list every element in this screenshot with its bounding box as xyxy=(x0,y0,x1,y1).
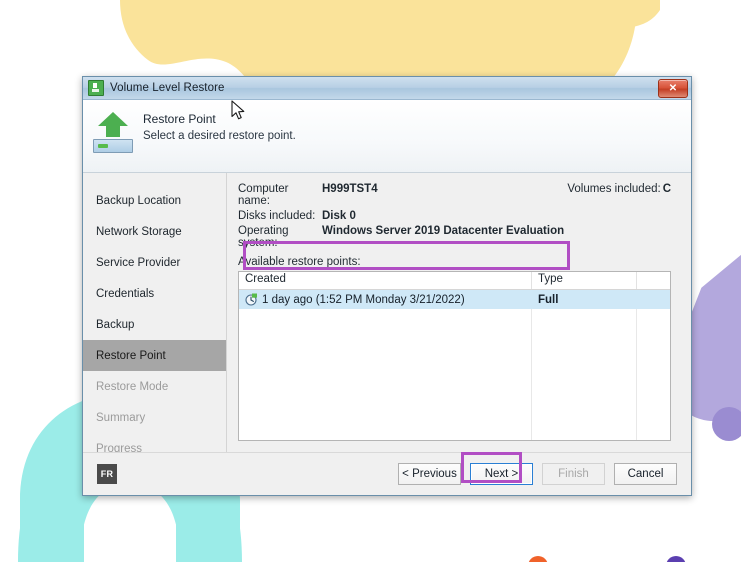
volume-bar-icon xyxy=(93,139,133,153)
volume-level-restore-dialog: Volume Level Restore ✕ Restore Point Sel… xyxy=(82,76,692,496)
operating-system-label: Operating system: xyxy=(238,225,289,249)
cell-extra xyxy=(637,290,670,309)
sidebar-item-label: Service Provider xyxy=(96,256,181,269)
sidebar-item-label: Credentials xyxy=(96,287,155,300)
cell-created: 1 day ago (1:52 PM Monday 3/21/2022) xyxy=(239,290,532,309)
sidebar-item-restore-point[interactable]: Restore Point xyxy=(83,340,226,371)
sidebar-item-label: Backup xyxy=(96,318,135,331)
wizard-header: Restore Point Select a desired restore p… xyxy=(83,100,691,173)
computer-name-label: Computer name: xyxy=(238,183,289,207)
sidebar-item-label: Backup Location xyxy=(96,194,182,207)
column-header-created[interactable]: Created xyxy=(239,272,532,289)
app-icon xyxy=(88,80,104,96)
volumes-included-label: Volumes included: xyxy=(567,183,661,195)
cancel-button[interactable]: Cancel xyxy=(614,463,677,485)
close-icon[interactable]: ✕ xyxy=(658,79,688,98)
operating-system-value: Windows Server 2019 Datacenter Evaluatio… xyxy=(322,225,565,237)
dialog-footer: FR < Previous Next > Finish Cancel xyxy=(83,452,691,495)
listview-column-guides xyxy=(239,290,670,440)
wizard-step-title: Restore Point xyxy=(143,112,216,126)
cell-type: Full xyxy=(532,290,637,309)
disks-included-row: Disks included: Disk 0 xyxy=(238,210,671,222)
previous-button[interactable]: < Previous xyxy=(398,463,461,485)
disks-included-value: Disk 0 xyxy=(322,210,356,222)
wizard-step-sidebar: Backup Location Network Storage Service … xyxy=(83,173,227,455)
sidebar-item-network-storage[interactable]: Network Storage xyxy=(83,216,226,247)
column-header-type[interactable]: Type xyxy=(532,272,637,289)
window-titlebar[interactable]: Volume Level Restore ✕ xyxy=(83,77,691,100)
sidebar-item-label: Network Storage xyxy=(96,225,182,238)
listview-header: Created Type xyxy=(239,272,670,290)
table-row[interactable]: 1 day ago (1:52 PM Monday 3/21/2022) Ful… xyxy=(239,290,670,309)
sidebar-item-credentials[interactable]: Credentials xyxy=(83,278,226,309)
volumes-included-value: C xyxy=(662,183,671,195)
operating-system-row: Operating system: Windows Server 2019 Da… xyxy=(238,225,671,249)
sidebar-item-service-provider[interactable]: Service Provider xyxy=(83,247,226,278)
sidebar-item-backup-location[interactable]: Backup Location xyxy=(83,185,226,216)
sidebar-item-label: Restore Mode xyxy=(96,380,169,393)
restore-point-created-text: 1 day ago (1:52 PM Monday 3/21/2022) xyxy=(262,293,465,306)
wizard-step-subtitle: Select a desired restore point. xyxy=(143,130,296,142)
up-arrow-icon xyxy=(98,112,128,137)
available-restore-points-label: Available restore points: xyxy=(238,256,361,268)
sidebar-item-label: Summary xyxy=(96,411,146,424)
footer-button-row: < Previous Next > Finish Cancel xyxy=(398,463,677,485)
restore-point-content: Computer name: H999TST4 Disks included: … xyxy=(227,173,691,452)
window-title: Volume Level Restore xyxy=(110,82,225,94)
sidebar-item-label: Restore Point xyxy=(96,349,166,362)
sidebar-item-summary: Summary xyxy=(83,402,226,433)
system-info-block: Computer name: H999TST4 Disks included: … xyxy=(238,183,671,252)
listview-body: 1 day ago (1:52 PM Monday 3/21/2022) Ful… xyxy=(239,290,670,440)
restore-point-type-text: Full xyxy=(538,293,559,306)
column-header-extra[interactable] xyxy=(637,272,670,289)
finish-button: Finish xyxy=(542,463,605,485)
next-button[interactable]: Next > xyxy=(470,463,533,485)
brand-badge: FR xyxy=(97,464,117,484)
sidebar-item-backup[interactable]: Backup xyxy=(83,309,226,340)
computer-name-value: H999TST4 xyxy=(322,183,378,195)
sidebar-item-restore-mode: Restore Mode xyxy=(83,371,226,402)
disks-included-label: Disks included: xyxy=(238,210,316,222)
volumes-included-row: Volumes included: C xyxy=(567,183,671,195)
clock-history-icon xyxy=(245,293,258,306)
wizard-header-icon xyxy=(83,110,143,153)
restore-points-listview[interactable]: Created Type 1 day ago (1:52 PM Monday 3… xyxy=(238,271,671,441)
